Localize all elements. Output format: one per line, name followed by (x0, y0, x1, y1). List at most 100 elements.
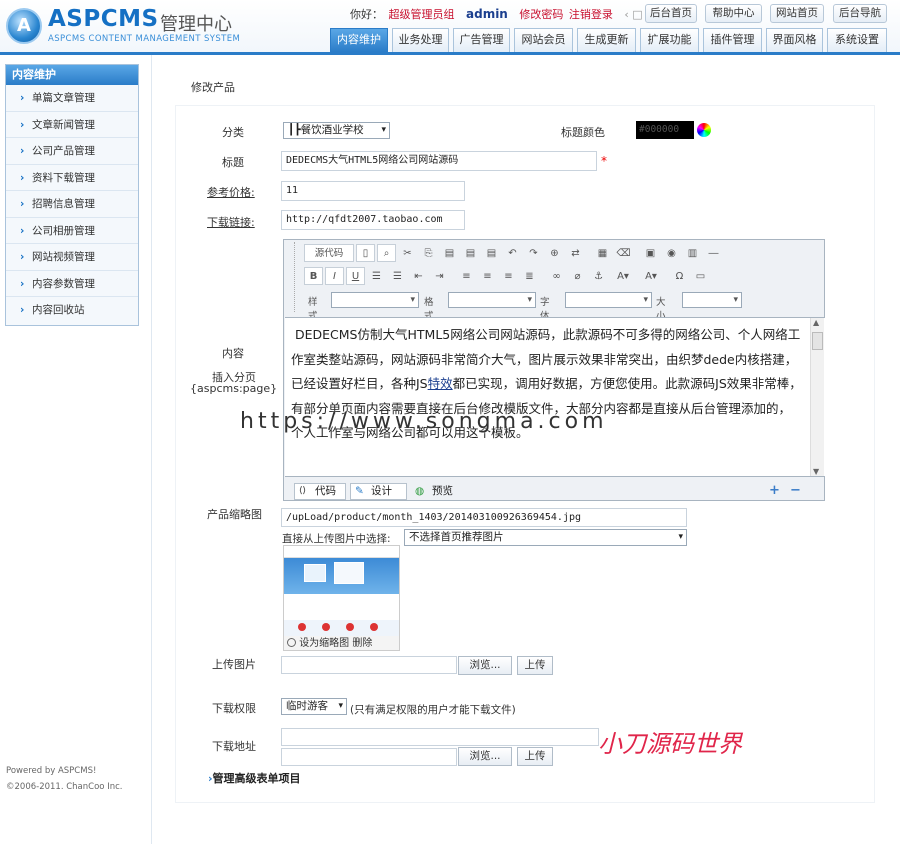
editor-content[interactable]: DEDECMS仿制大气HTML5网络公司网站源码，此款源码不可多得的网络公司、个… (285, 317, 825, 477)
flash-icon[interactable]: ◉ (662, 244, 681, 262)
style-select[interactable] (331, 292, 419, 308)
delete-link[interactable]: 删除 (352, 638, 372, 649)
tab-generate[interactable]: 生成更新 (577, 28, 636, 52)
tab-extensions[interactable]: 扩展功能 (640, 28, 699, 52)
site-home-button[interactable]: 网站首页 (770, 4, 824, 23)
sidebar-item-downloads[interactable]: 资料下载管理 (6, 165, 138, 191)
scroll-thumb[interactable] (812, 332, 823, 350)
editor-scrollbar[interactable]: ▲ ▼ (810, 318, 824, 476)
align-right-icon[interactable]: ≡ (499, 267, 518, 285)
unlink-icon[interactable]: ⌀ (568, 267, 587, 285)
tab-code[interactable]: ⟨⟩ 代码 (294, 483, 346, 500)
set-thumb-label[interactable]: 设为缩略图 (299, 638, 349, 649)
scroll-down-icon[interactable]: ▼ (813, 467, 819, 476)
browse-button[interactable]: 浏览... (458, 656, 512, 675)
image-icon[interactable]: ▣ (641, 244, 660, 262)
download-perm-select[interactable]: 临时游客 (281, 698, 347, 715)
collapse-icon[interactable]: − (790, 483, 801, 498)
justify-icon[interactable]: ≣ (520, 267, 539, 285)
sidebar-item-params[interactable]: 内容参数管理 (6, 271, 138, 297)
outdent-icon[interactable]: ⇤ (409, 267, 428, 285)
hr-icon[interactable]: ― (704, 244, 723, 262)
remove-format-icon[interactable]: ⌫ (614, 244, 633, 262)
source-button[interactable]: 源代码 (304, 244, 354, 262)
table-icon[interactable]: ▥ (683, 244, 702, 262)
text-color-icon[interactable]: A▾ (610, 267, 636, 285)
admin-home-button[interactable]: 后台首页 (645, 4, 697, 23)
sidebar-item-videos[interactable]: 网站视频管理 (6, 244, 138, 271)
new-page-icon[interactable]: ▯ (356, 244, 375, 262)
url-watermark: https://www.songma.com (240, 409, 608, 434)
set-thumb-radio[interactable] (287, 638, 296, 647)
copy-icon[interactable]: ⎘ (419, 244, 438, 262)
undo-icon[interactable]: ↶ (503, 244, 522, 262)
tab-content[interactable]: 内容维护 (330, 28, 388, 52)
paste-icon[interactable]: ▤ (440, 244, 459, 262)
select-all-icon[interactable]: ▦ (593, 244, 612, 262)
content-link[interactable]: 特效 (428, 376, 453, 391)
size-select[interactable] (682, 292, 742, 308)
align-left-icon[interactable]: ≡ (457, 267, 476, 285)
scroll-up-icon[interactable]: ▲ (813, 318, 819, 327)
italic-icon[interactable]: I (325, 267, 344, 285)
bullet-list-icon[interactable]: ☰ (388, 267, 407, 285)
page-break-icon[interactable]: ▭ (691, 267, 710, 285)
category-select[interactable]: ┃┣餐饮酒业学校 (283, 122, 390, 139)
tab-ads[interactable]: 广告管理 (453, 28, 510, 52)
thumb-path-input[interactable]: /upLoad/product/month_1403/2014031009263… (281, 508, 687, 527)
download-addr-file[interactable] (281, 748, 457, 766)
change-password-link[interactable]: 修改密码 (519, 8, 563, 21)
help-center-button[interactable]: 帮助中心 (705, 4, 762, 23)
sidebar-item-jobs[interactable]: 招聘信息管理 (6, 191, 138, 218)
underline-icon[interactable]: U (346, 267, 365, 285)
advanced-toggle[interactable]: ›管理高级表单项目 (208, 770, 301, 786)
download-addr-input[interactable] (281, 728, 599, 746)
toolbar-grip (287, 242, 295, 312)
find-icon[interactable]: ⊕ (545, 244, 564, 262)
title-color-input[interactable]: #000000 (636, 121, 694, 139)
admin-nav-button[interactable]: 后台导航 (833, 4, 887, 23)
logout-link[interactable]: 注销登录 (569, 8, 613, 21)
indent-icon[interactable]: ⇥ (430, 267, 449, 285)
font-select[interactable] (565, 292, 652, 308)
thumb-device (304, 564, 326, 582)
sidebar-item-news[interactable]: 文章新闻管理 (6, 112, 138, 138)
tab-design[interactable]: ✎ 设计 (350, 483, 407, 500)
bg-color-icon[interactable]: A▾ (638, 267, 664, 285)
price-input[interactable]: 11 (281, 181, 465, 201)
redo-icon[interactable]: ↷ (524, 244, 543, 262)
tab-design-label: 设计 (371, 485, 392, 497)
thumb-dot (298, 623, 306, 631)
tab-members[interactable]: 网站会员 (514, 28, 573, 52)
download-link-input[interactable]: http://qfdt2007.taobao.com (281, 210, 465, 230)
align-center-icon[interactable]: ≡ (478, 267, 497, 285)
color-picker-icon[interactable] (697, 123, 711, 137)
replace-icon[interactable]: ⇄ (566, 244, 585, 262)
ordered-list-icon[interactable]: ☰ (367, 267, 386, 285)
tab-preview[interactable]: ◍ 预览 (411, 483, 464, 500)
sidebar-item-recycle[interactable]: 内容回收站 (6, 297, 138, 324)
paste-text-icon[interactable]: ▤ (461, 244, 480, 262)
preview-icon[interactable]: ⌕ (377, 244, 396, 262)
anchor-icon[interactable]: ⚓ (589, 267, 608, 285)
upload-button[interactable]: 上传 (517, 656, 553, 675)
special-char-icon[interactable]: Ω (670, 267, 689, 285)
format-select[interactable] (448, 292, 536, 308)
bold-icon[interactable]: B (304, 267, 323, 285)
expand-icon[interactable]: + (769, 483, 780, 498)
tab-theme[interactable]: 界面风格 (766, 28, 823, 52)
link-icon[interactable]: ∞ (547, 267, 566, 285)
choose-uploaded-select[interactable]: 不选择首页推荐图片 (404, 529, 687, 546)
tab-settings[interactable]: 系统设置 (827, 28, 887, 52)
tab-business[interactable]: 业务处理 (392, 28, 449, 52)
tab-plugins[interactable]: 插件管理 (703, 28, 762, 52)
upload-image-file[interactable] (281, 656, 457, 674)
title-input[interactable]: DEDECMS大气HTML5网络公司网站源码 (281, 151, 597, 171)
sidebar-item-single-article[interactable]: 单篇文章管理 (6, 85, 138, 112)
sidebar-item-products[interactable]: 公司产品管理 (6, 138, 138, 165)
download-browse-button[interactable]: 浏览... (458, 747, 512, 766)
sidebar-item-albums[interactable]: 公司相册管理 (6, 218, 138, 244)
cut-icon[interactable]: ✂ (398, 244, 417, 262)
download-upload-button[interactable]: 上传 (517, 747, 553, 766)
paste-word-icon[interactable]: ▤ (482, 244, 501, 262)
